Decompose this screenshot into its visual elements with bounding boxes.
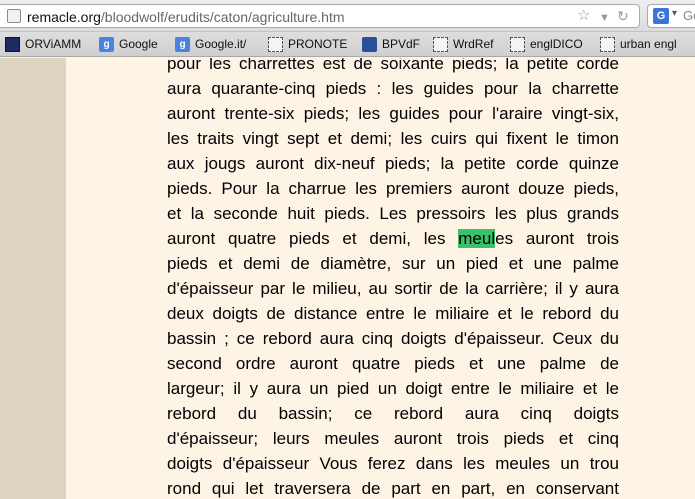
bookmark-star-icon[interactable]: ☆ <box>577 7 590 25</box>
orviamm-icon <box>5 37 20 52</box>
article-line: deux doigts de distance entre le miliair… <box>167 304 619 323</box>
search-engine-dropdown-icon[interactable]: ▾ <box>672 8 677 19</box>
page-left-margin <box>0 58 66 499</box>
bookmark-label: WrdRef <box>453 37 494 51</box>
url-host: remacle.org <box>27 9 101 25</box>
article-line: rebord du bassin; ce rebord aura cinq do… <box>167 404 619 423</box>
article-line: les traits vingt sept et demi; les cuirs… <box>167 129 619 148</box>
bookmark-label: ORViAMM <box>25 37 82 51</box>
article-line: rond qui let traversera de part en part,… <box>167 479 619 498</box>
url-text[interactable]: remacle.org/bloodwolf/erudits/caton/agri… <box>27 9 345 25</box>
article-line: pieds et demi de diamètre, sur un pied e… <box>167 254 619 273</box>
url-path: /bloodwolf/erudits/caton/agriculture.htm <box>100 9 345 25</box>
article-line-highlighted: auront quatre pieds et demi, les meules … <box>167 229 619 248</box>
article-line: bassin ; ce rebord aura cinq doigts d'ép… <box>167 329 619 348</box>
browser-toolbar: remacle.org/bloodwolf/erudits/caton/agri… <box>0 0 695 32</box>
page-icon <box>600 37 615 52</box>
search-engine-icon[interactable]: G <box>653 8 669 24</box>
article-line: et la seconde huit pieds. Les pressoirs … <box>167 204 619 223</box>
article-line: largeur; il y aura un pied un doigt entr… <box>167 379 619 398</box>
bookmark-label: PRONOTE <box>288 37 348 51</box>
article-line: d'épaisseur par le milieu, au sortir de … <box>167 279 619 298</box>
reload-icon[interactable]: ↻ <box>617 7 629 25</box>
article-line: aux jougs auront dix-neuf pieds; la peti… <box>167 154 619 173</box>
article-line: second ordre auront quatre pieds et une … <box>167 354 619 373</box>
article-line: auront trente-six pieds; les guides pour… <box>167 104 619 123</box>
google-icon: g <box>99 37 114 52</box>
site-page-icon <box>7 9 21 23</box>
address-bar[interactable]: remacle.org/bloodwolf/erudits/caton/agri… <box>0 4 640 28</box>
google-icon: g <box>175 37 190 52</box>
bookmark-label: Google.it/ <box>195 37 247 51</box>
history-dropdown-icon[interactable]: ▼ <box>599 9 610 27</box>
bookmarks-bar: ORViAMM g Google g Google.it/ PRONOTE BP… <box>0 32 695 57</box>
article-line: pieds. Pour la charrue les premiers auro… <box>167 179 619 198</box>
search-box[interactable]: G ▾ Go <box>647 4 695 28</box>
article-line: pour les charrettes est de soixante pied… <box>167 58 619 73</box>
bookmark-label: BPVdF <box>382 37 421 51</box>
article-line: d'épaisseur; leurs meules auront trois p… <box>167 429 619 448</box>
article-body: pour les charrettes est de soixante pied… <box>167 58 619 499</box>
find-match-highlight: meul <box>458 229 496 248</box>
page-icon <box>510 37 525 52</box>
bookmark-label: Google <box>119 37 158 51</box>
page-icon <box>433 37 448 52</box>
article-line: aura quarante-cinq pieds : les guides po… <box>167 79 619 98</box>
bookmark-label: englDICO <box>530 37 583 51</box>
article-line: doigts d'épaisseur Vous ferez dans les m… <box>167 454 619 473</box>
bpvdf-icon <box>362 37 377 52</box>
search-input[interactable]: Go <box>683 8 695 23</box>
bookmark-label: urban engl <box>620 37 677 51</box>
page-icon <box>268 37 283 52</box>
